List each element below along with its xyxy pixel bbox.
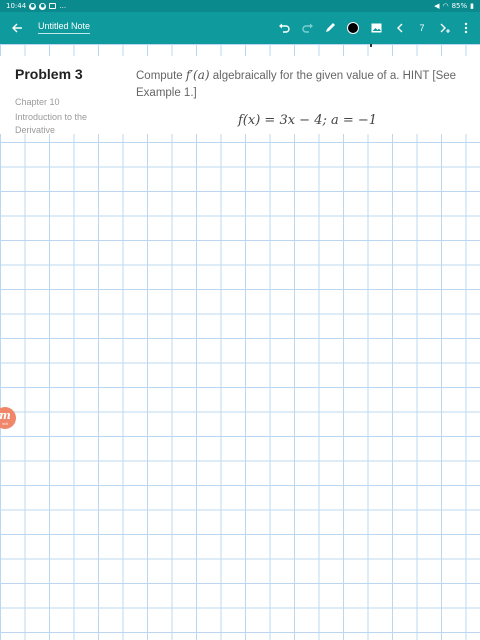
pen-icon[interactable] bbox=[319, 12, 341, 44]
chapter-number: Chapter 10 bbox=[15, 97, 60, 107]
mute-icon: ◀ bbox=[434, 2, 440, 10]
badge-letter: m bbox=[0, 408, 11, 422]
problem-card: Problem 3 Chapter 10 Introduction to the… bbox=[0, 56, 480, 135]
more-notifications-icon: … bbox=[59, 2, 67, 10]
chevron-left-icon[interactable] bbox=[389, 12, 411, 44]
problem-equation: f(x) = 3x − 4; a = −1 bbox=[238, 113, 378, 128]
undo-icon[interactable] bbox=[273, 12, 295, 44]
wifi-icon: ◠ bbox=[442, 2, 449, 10]
page-number-label: 7 bbox=[419, 23, 425, 33]
notification-icon: ● bbox=[29, 2, 37, 10]
gallery-notification-icon bbox=[49, 3, 57, 9]
redo-icon[interactable] bbox=[297, 12, 319, 44]
battery-level: 85% bbox=[451, 2, 468, 10]
page-number: 7 bbox=[411, 12, 433, 44]
prompt-text-before: Compute bbox=[136, 70, 186, 82]
status-bar: 10:44 ● ● … ◀ ◠ 85% ▮ bbox=[0, 0, 480, 12]
problem-title: Problem 3 bbox=[15, 66, 83, 82]
notification-icon: ● bbox=[39, 2, 47, 10]
scroll-indicator bbox=[370, 44, 372, 47]
battery-icon: ▮ bbox=[470, 2, 474, 10]
black-color-swatch-icon bbox=[347, 22, 359, 34]
prompt-math: f′(a) bbox=[185, 68, 210, 82]
note-title[interactable]: Untitled Note bbox=[38, 21, 91, 34]
arrow-left-icon[interactable] bbox=[6, 12, 28, 44]
chapter-name: Introduction to the Derivative bbox=[15, 112, 88, 135]
status-right: ◀ ◠ 85% ▮ bbox=[434, 2, 474, 10]
status-left: 10:44 ● ● … bbox=[6, 2, 66, 10]
image-icon[interactable] bbox=[365, 12, 387, 44]
app-toolbar: Untitled Note 7 bbox=[0, 12, 480, 44]
problem-prompt: Compute f′(a) algebraically for the give… bbox=[136, 67, 466, 102]
status-time: 10:44 bbox=[6, 2, 27, 10]
color-picker-button[interactable] bbox=[342, 12, 364, 44]
more-vertical-icon[interactable] bbox=[455, 12, 477, 44]
badge-subtext: edi bbox=[2, 420, 8, 426]
next-page-icon[interactable] bbox=[434, 12, 456, 44]
